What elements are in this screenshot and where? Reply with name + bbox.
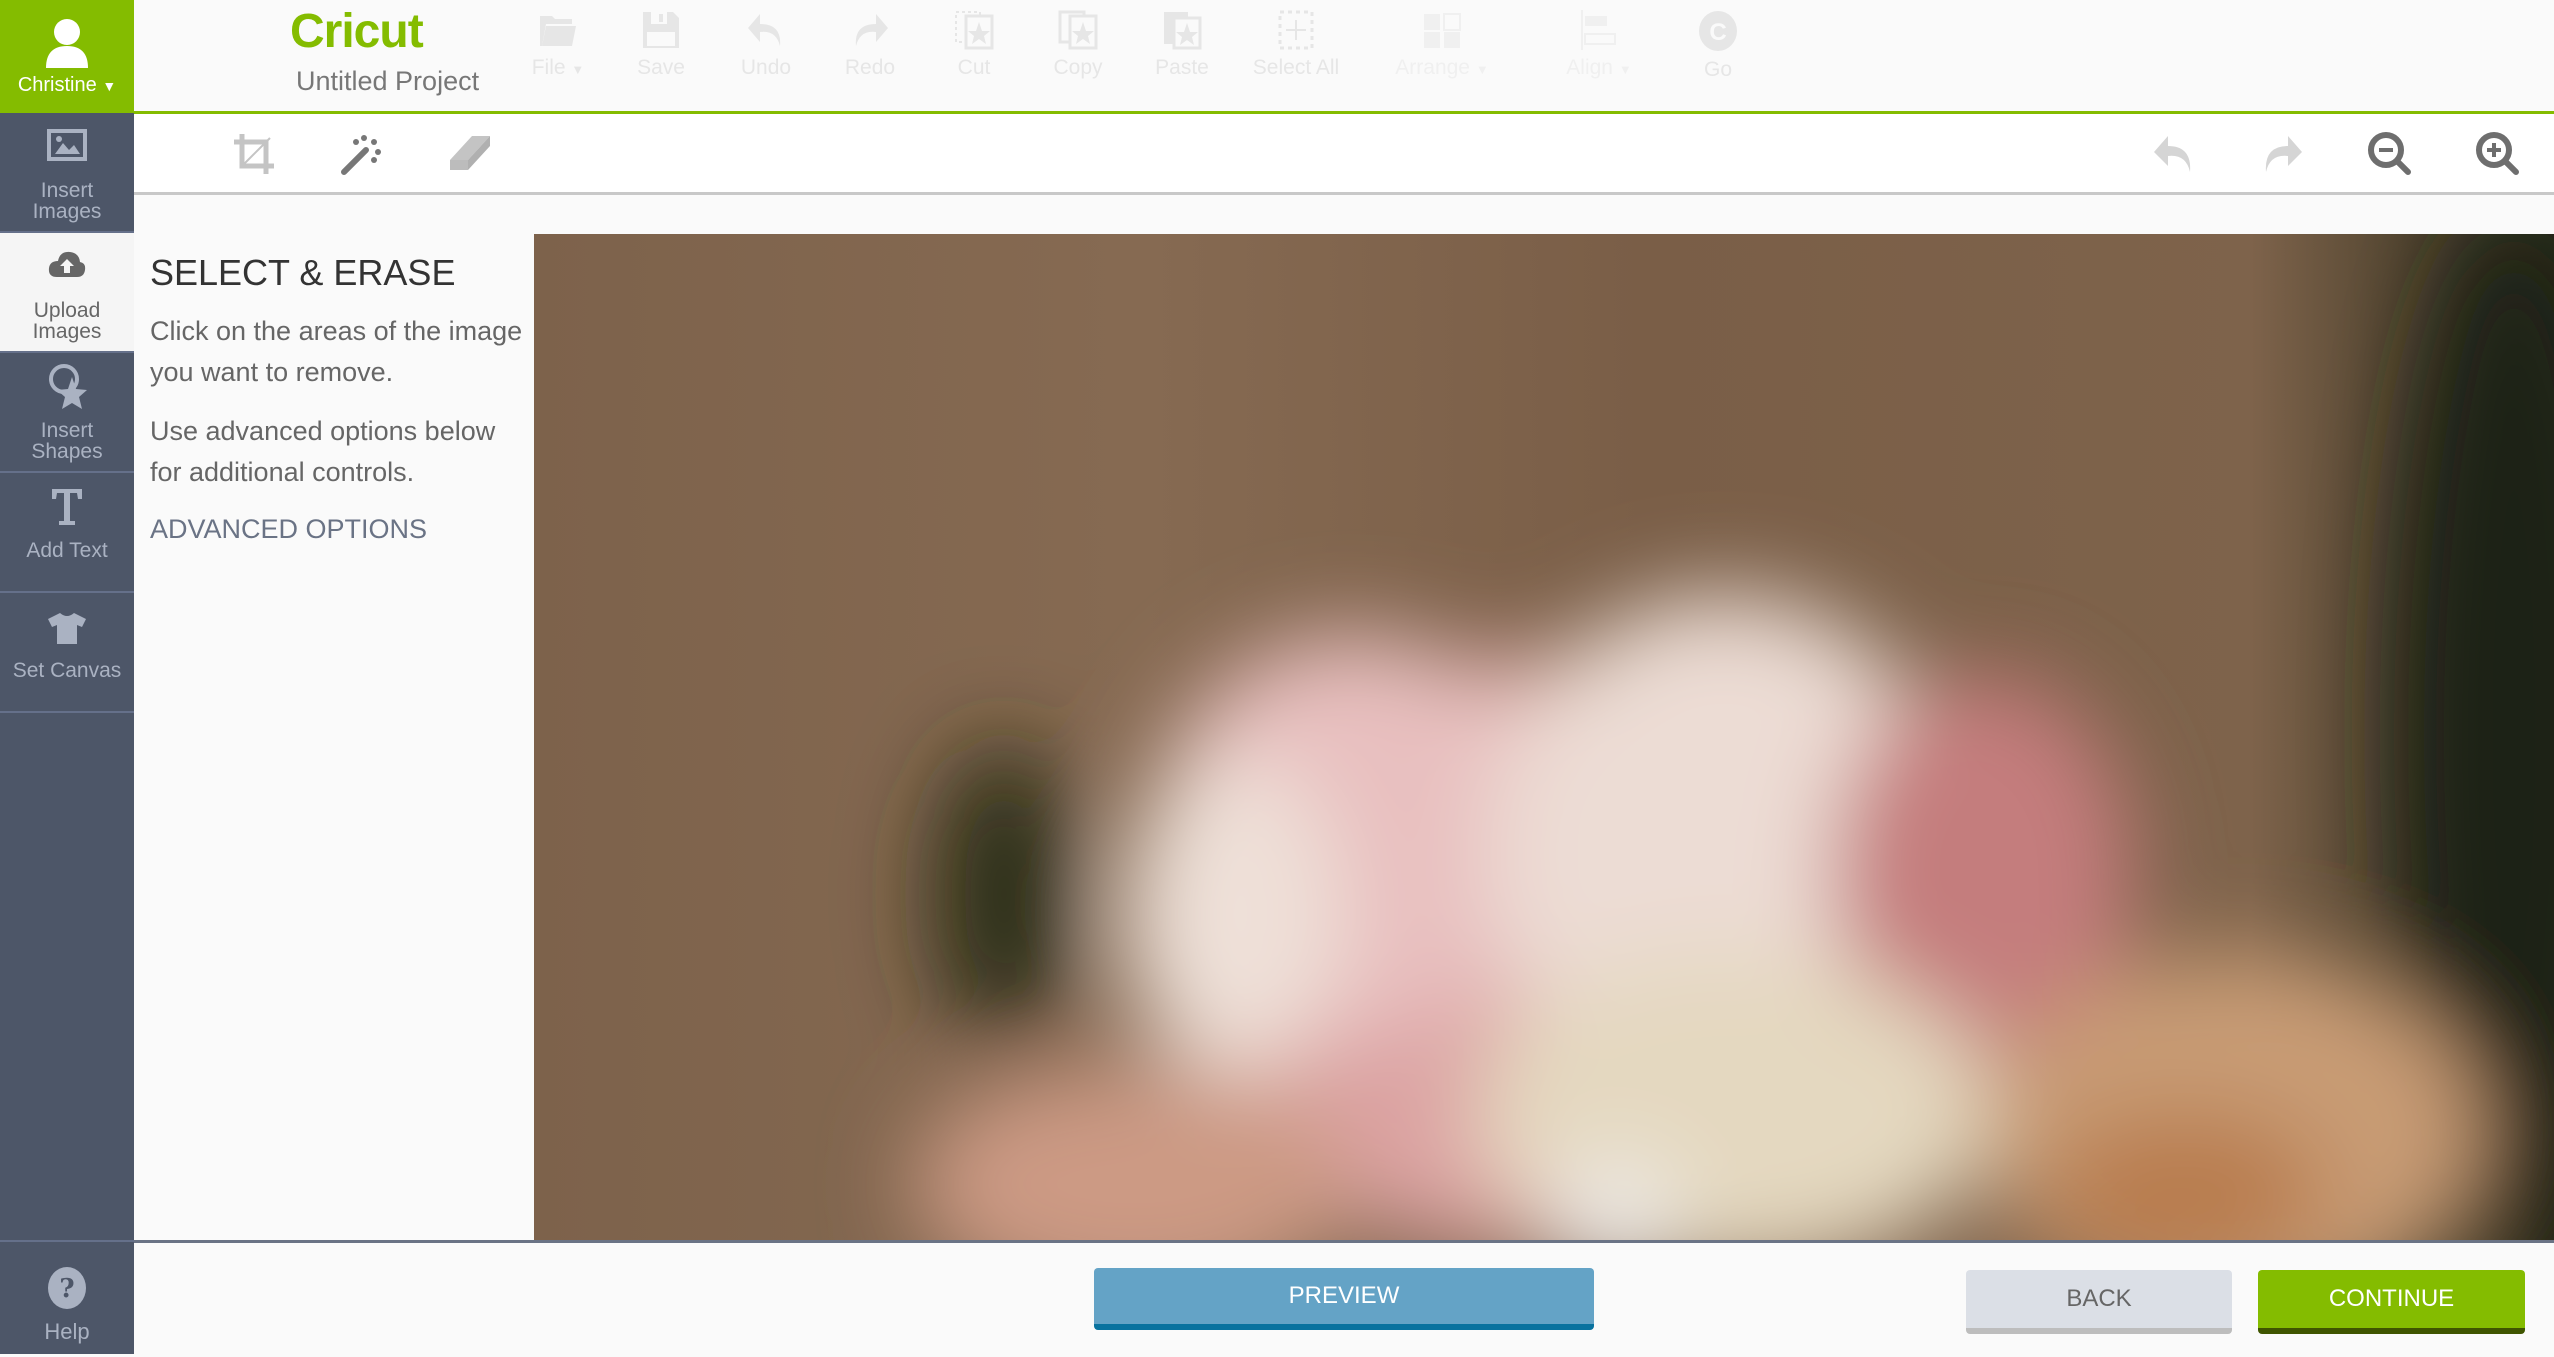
crop-icon: [234, 134, 274, 174]
chevron-down-icon: ▼: [102, 78, 117, 94]
paste-button[interactable]: Paste: [1132, 10, 1232, 80]
advanced-hint-text: Use advanced options below for additiona…: [150, 416, 496, 487]
text-icon: [52, 489, 82, 525]
undo-icon: [748, 14, 781, 46]
undo-label: Undo: [740, 56, 792, 79]
continue-button[interactable]: CONTINUE: [2258, 1270, 2525, 1334]
chevron-down-icon: ▼: [571, 62, 585, 77]
chevron-down-icon: ▼: [1475, 62, 1489, 77]
arrange-label: Arrange: [1395, 56, 1470, 79]
go-icon: C: [1699, 11, 1737, 51]
align-button[interactable]: Align ▼: [1534, 10, 1664, 80]
preview-button[interactable]: PREVIEW: [1094, 1268, 1594, 1330]
magic-wand-tool[interactable]: [338, 130, 386, 178]
sidebar-item-label: Set Canvas: [12, 659, 122, 682]
sidebar-item-label: Images: [32, 320, 102, 343]
sidebar-item-insert-shapes[interactable]: Insert Shapes: [0, 353, 134, 473]
sidebar-item-insert-images[interactable]: Insert Images: [0, 113, 134, 233]
zoom-out-button[interactable]: [2366, 130, 2414, 178]
user-menu[interactable]: Christine ▼: [0, 0, 134, 113]
align-icon: [1581, 10, 1616, 50]
copy-label: Copy: [1053, 56, 1103, 79]
file-label: File: [531, 56, 566, 79]
eraser-icon: [450, 136, 490, 170]
sidebar-item-label: Shapes: [31, 440, 103, 463]
eraser-tool[interactable]: [446, 130, 494, 178]
sidebar-item-help[interactable]: ? Help: [0, 1240, 134, 1356]
save-icon: [643, 12, 679, 48]
user-name: Christine: [17, 74, 97, 96]
tshirt-icon: [48, 613, 86, 644]
select-all-button[interactable]: Select All: [1236, 10, 1356, 80]
uploaded-photo: [534, 234, 2554, 1240]
select-all-icon: [1278, 10, 1314, 50]
shapes-icon: [49, 364, 87, 409]
sidebar-item-label: Add Text: [26, 539, 108, 562]
cut-button[interactable]: Cut: [924, 10, 1024, 80]
sidebar-item-upload-images[interactable]: Upload Images: [0, 233, 134, 353]
undo-tool[interactable]: [2150, 130, 2198, 178]
help-icon: ?: [48, 1267, 86, 1309]
file-button[interactable]: File ▼: [508, 10, 608, 80]
save-label: Save: [637, 56, 685, 79]
sidebar-item-set-canvas[interactable]: Set Canvas: [0, 593, 134, 713]
go-button[interactable]: C Go: [1668, 10, 1768, 82]
chevron-down-icon: ▼: [1618, 62, 1632, 77]
advanced-options-link[interactable]: ADVANCED OPTIONS: [150, 514, 427, 545]
redo-tool[interactable]: [2258, 130, 2306, 178]
instruction-text: Click on the areas of the image you want…: [150, 316, 523, 387]
copy-button[interactable]: Copy: [1028, 10, 1128, 80]
cut-label: Cut: [957, 56, 991, 79]
magic-wand-icon: [341, 135, 381, 175]
zoom-in-icon: [2476, 132, 2519, 175]
redo-button[interactable]: Redo: [820, 10, 920, 80]
zoom-out-icon: [2368, 132, 2411, 175]
sidebar-item-add-text[interactable]: Add Text: [0, 473, 134, 593]
svg-text:?: ?: [59, 1274, 74, 1304]
undo-icon: [2154, 136, 2191, 172]
crop-tool[interactable]: [230, 130, 278, 178]
image-icon: [47, 129, 87, 161]
back-button[interactable]: BACK: [1966, 1270, 2232, 1334]
image-canvas[interactable]: [534, 234, 2554, 1240]
go-label: Go: [1703, 58, 1732, 81]
redo-label: Redo: [844, 56, 896, 79]
arrange-icon: [1424, 13, 1461, 48]
save-button[interactable]: Save: [611, 10, 711, 80]
sidebar-item-label: Upload: [33, 299, 101, 322]
cricut-logo: Cricut: [290, 5, 424, 58]
header: Cricut Untitled Project File ▼ Save Undo…: [134, 0, 2554, 114]
sidebar-item-label: Help: [44, 1319, 90, 1344]
select-all-label: Select All: [1252, 56, 1340, 79]
paste-icon: [1164, 12, 1202, 50]
folder-icon: [540, 16, 576, 46]
sidebar-item-label: Images: [32, 200, 102, 223]
svg-text:C: C: [1709, 19, 1726, 46]
edit-toolbar: [134, 114, 2554, 195]
zoom-in-button[interactable]: [2474, 130, 2522, 178]
sidebar-item-label: Insert: [40, 179, 94, 202]
paste-label: Paste: [1155, 56, 1209, 79]
copy-icon: [1058, 10, 1098, 50]
undo-button[interactable]: Undo: [716, 10, 816, 80]
panel-title: SELECT & ERASE: [150, 252, 456, 293]
redo-icon: [855, 14, 888, 46]
redo-icon: [2265, 136, 2302, 172]
arrange-button[interactable]: Arrange ▼: [1372, 10, 1512, 80]
user-avatar-icon: [46, 19, 88, 68]
project-title[interactable]: Untitled Project: [296, 66, 479, 97]
align-label: Align: [1566, 56, 1613, 79]
cloud-upload-icon: [48, 251, 86, 277]
sidebar-item-label: Insert: [40, 419, 94, 442]
cut-icon: [955, 11, 994, 50]
